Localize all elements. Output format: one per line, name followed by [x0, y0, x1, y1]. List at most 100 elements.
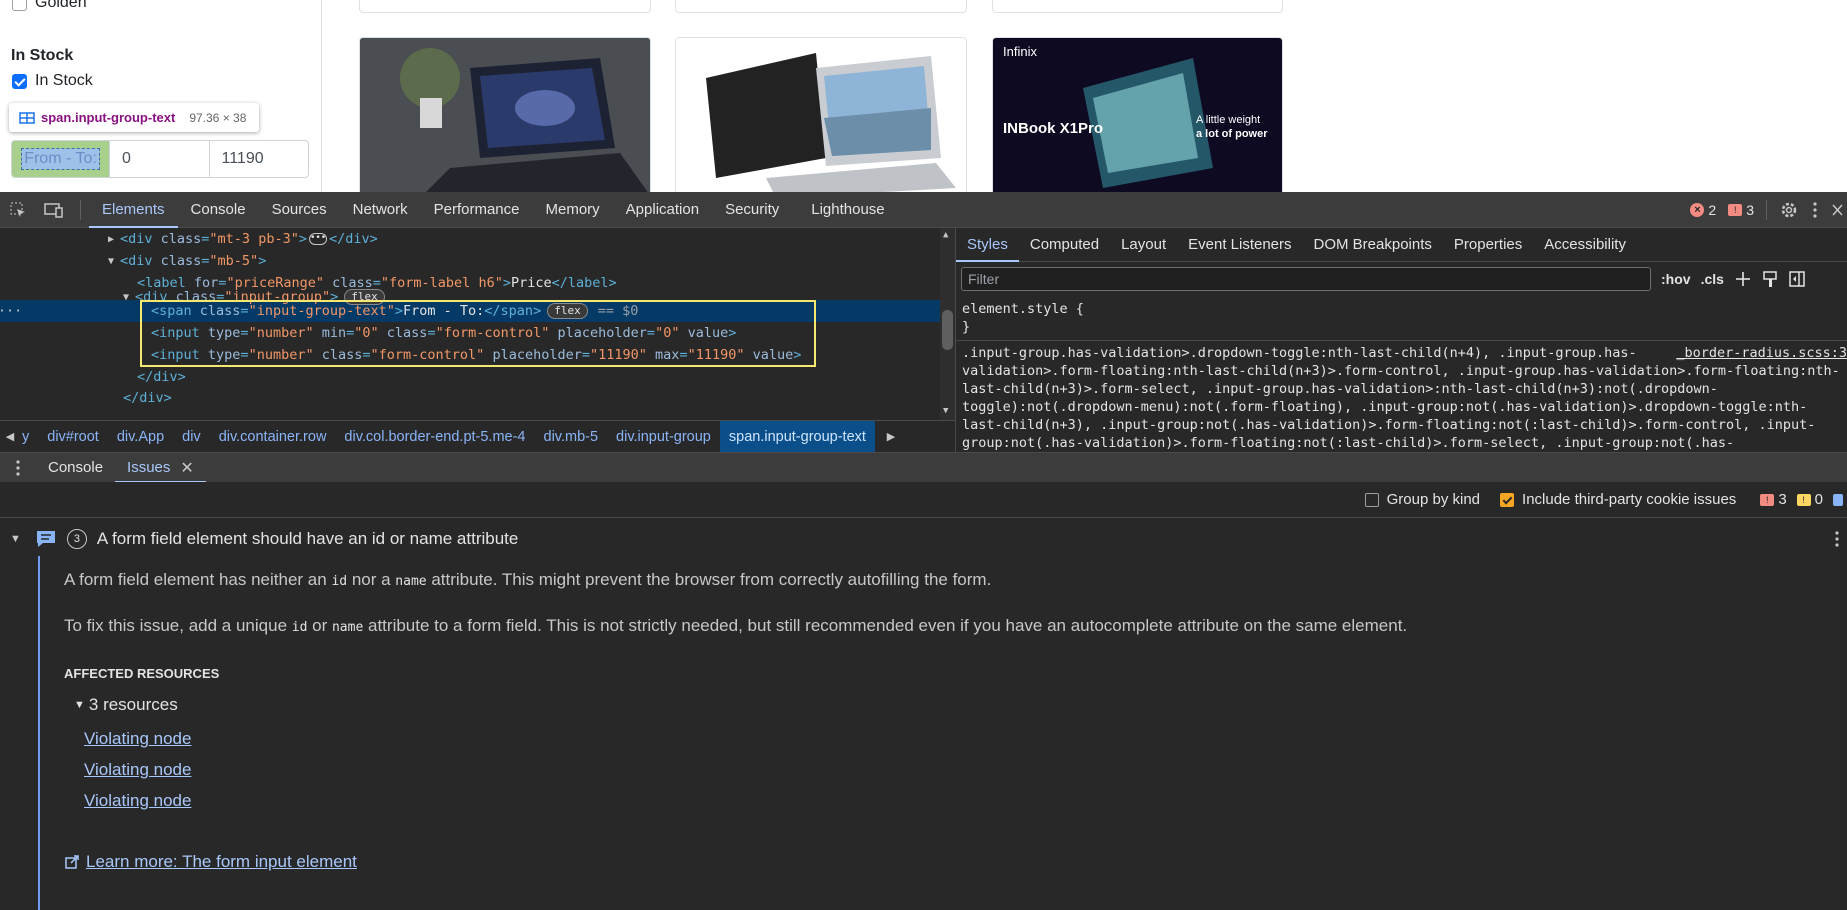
tab-console[interactable]: Console	[178, 192, 259, 228]
drawer-menu-icon[interactable]	[8, 459, 28, 477]
tab-application[interactable]: Application	[613, 192, 712, 228]
issue-header[interactable]: ▼ 3 A form field element should have an …	[10, 526, 518, 552]
collapsed-ellipsis-icon[interactable]: •••	[308, 233, 327, 245]
element-style-close: }	[962, 319, 971, 335]
violating-node-link[interactable]: Violating node	[84, 785, 1838, 816]
node-text: Price	[510, 275, 552, 291]
scroll-up-icon[interactable]: ▲	[943, 230, 948, 240]
dom-line-close-mb5[interactable]: </div>	[123, 387, 172, 409]
price-max-input[interactable]: 11190	[208, 141, 309, 177]
scroll-down-icon[interactable]: ▼	[943, 406, 948, 416]
element-style-open[interactable]: element.style {	[962, 300, 1841, 318]
golden-checkbox[interactable]	[12, 0, 27, 11]
collapse-arrow-icon[interactable]: ▼	[123, 292, 135, 303]
device-toolbar-icon[interactable]	[36, 192, 72, 228]
product-card-2[interactable]	[675, 37, 967, 192]
crumb-4[interactable]: div.container.row	[210, 421, 336, 453]
tab-properties[interactable]: Properties	[1443, 228, 1533, 262]
drawer-tab-issues[interactable]: Issues ✕	[115, 453, 206, 483]
info-flag-icon[interactable]	[1833, 493, 1843, 506]
violating-node-link[interactable]: Violating node	[84, 723, 1838, 754]
tab-styles[interactable]: Styles	[956, 228, 1019, 262]
learn-more-row[interactable]: Learn more: The form input element	[64, 846, 1838, 877]
crumb-3[interactable]: div	[173, 421, 210, 453]
third-party-toggle[interactable]: Include third-party cookie issues	[1500, 491, 1736, 508]
dom-line-close-input-group[interactable]: </div>	[137, 366, 186, 388]
rule-source-link[interactable]: _border-radius.scss:3	[1672, 344, 1847, 362]
tab-network[interactable]: Network	[340, 192, 421, 228]
crumb-0[interactable]: y	[20, 421, 38, 453]
dom-line-span-selected[interactable]: <span class = "input-group-text" > From - To…	[151, 300, 638, 322]
attr-name: max	[655, 347, 680, 363]
styles-tabbar: Styles Computed Layout Event Listeners D…	[956, 228, 1847, 262]
dom-line-mt3[interactable]: ▶ <div class = "mt-3 pb-3" > ••• </div>	[108, 228, 378, 250]
scroll-thumb[interactable]	[942, 310, 953, 350]
tab-lighthouse[interactable]: Lighthouse	[798, 192, 897, 228]
dom-line-mb5[interactable]: ▼ <div class = "mb-5" >	[108, 250, 266, 272]
dom-line-input-min[interactable]: <input type = "number" min = "0" class = "form…	[151, 322, 736, 344]
tab-performance[interactable]: Performance	[421, 192, 533, 228]
expand-arrow-icon[interactable]: ▶	[108, 234, 120, 245]
tab-layout[interactable]: Layout	[1110, 228, 1177, 262]
new-rule-plus-icon[interactable]	[1734, 270, 1752, 288]
price-min-input[interactable]: 0	[109, 141, 209, 177]
product-card-3[interactable]: Infinix INBook X1Pro A little weight a l…	[992, 37, 1283, 192]
selected-node-more-icon[interactable]: ···	[0, 300, 22, 322]
issue-counter[interactable]: ! 3	[1728, 202, 1754, 218]
flex-badge[interactable]: flex	[547, 303, 588, 319]
tab-computed[interactable]: Computed	[1019, 228, 1110, 262]
breadcrumb-left-icon[interactable]: ◀	[0, 430, 20, 443]
instock-filter[interactable]: In Stock	[12, 72, 93, 90]
group-by-kind-checkbox[interactable]	[1364, 492, 1379, 507]
close-devtools-icon[interactable]	[1831, 203, 1843, 217]
learn-more-link[interactable]: Learn more: The form input element	[86, 846, 357, 877]
tab-sources[interactable]: Sources	[259, 192, 340, 228]
issue-more-icon[interactable]	[1833, 530, 1841, 548]
issue-collapse-arrow-icon[interactable]: ▼	[10, 533, 21, 545]
tab-security[interactable]: Security	[712, 192, 792, 228]
resources-arrow-icon[interactable]: ▼	[74, 699, 85, 711]
product-card-1[interactable]	[359, 37, 651, 192]
drawer-tab-console[interactable]: Console	[36, 453, 115, 483]
issues-error-count[interactable]: ! 3	[1760, 491, 1787, 508]
crumb-5[interactable]: div.col.border-end.pt-5.me-4	[335, 421, 534, 453]
issues-warning-count[interactable]: ! 0	[1796, 491, 1823, 508]
third-party-checkbox[interactable]	[1500, 492, 1515, 507]
crumb-2[interactable]: div.App	[108, 421, 173, 453]
crumb-1[interactable]: div#root	[38, 421, 108, 453]
group-by-kind-toggle[interactable]: Group by kind	[1364, 491, 1480, 508]
attr-value: "form-control"	[370, 347, 485, 363]
fix-text: attribute to a form field. This is not s…	[363, 616, 1408, 635]
resources-toggle[interactable]: ▼ 3 resources	[74, 695, 1838, 715]
paint-brush-icon[interactable]	[1762, 270, 1778, 288]
attr-value: "11190"	[590, 347, 647, 363]
attr-name: type	[207, 325, 241, 341]
breadcrumb-right-icon[interactable]: ▶	[881, 430, 901, 443]
crumb-8[interactable]: span.input-group-text	[719, 420, 875, 453]
inspect-element-icon[interactable]	[0, 192, 36, 228]
error-counter[interactable]: × 2	[1690, 202, 1716, 218]
tab-elements[interactable]: Elements	[89, 192, 178, 228]
close-issues-icon[interactable]: ✕	[180, 458, 193, 478]
hov-button[interactable]: :hov	[1661, 271, 1691, 287]
elements-scrollbar[interactable]: ▲ ▼	[940, 228, 955, 420]
styles-filter-input[interactable]: Filter	[961, 267, 1651, 291]
dom-line-input-max[interactable]: <input type = "number" class = "form-control…	[151, 344, 801, 366]
toggle-sidebar-icon[interactable]	[1788, 270, 1806, 288]
crumb-6[interactable]: div.mb-5	[535, 421, 608, 453]
rule-selector-line: last-child(n+3)>.form-select, .input-gro…	[962, 381, 1718, 397]
more-options-icon[interactable]	[1811, 201, 1819, 219]
cls-button[interactable]: .cls	[1701, 271, 1724, 287]
attr-name: class	[321, 347, 363, 363]
tab-dom-breakpoints[interactable]: DOM Breakpoints	[1303, 228, 1443, 262]
attr-value: "form-control"	[435, 325, 550, 341]
collapse-arrow-icon[interactable]: ▼	[108, 256, 120, 267]
golden-filter[interactable]: Golden	[12, 0, 87, 12]
tab-memory[interactable]: Memory	[533, 192, 613, 228]
crumb-7[interactable]: div.input-group	[607, 421, 720, 453]
instock-checkbox[interactable]	[12, 73, 27, 89]
settings-gear-icon[interactable]	[1779, 200, 1799, 220]
tab-event-listeners[interactable]: Event Listeners	[1177, 228, 1302, 262]
tab-accessibility[interactable]: Accessibility	[1533, 228, 1637, 262]
violating-node-link[interactable]: Violating node	[84, 754, 1838, 785]
